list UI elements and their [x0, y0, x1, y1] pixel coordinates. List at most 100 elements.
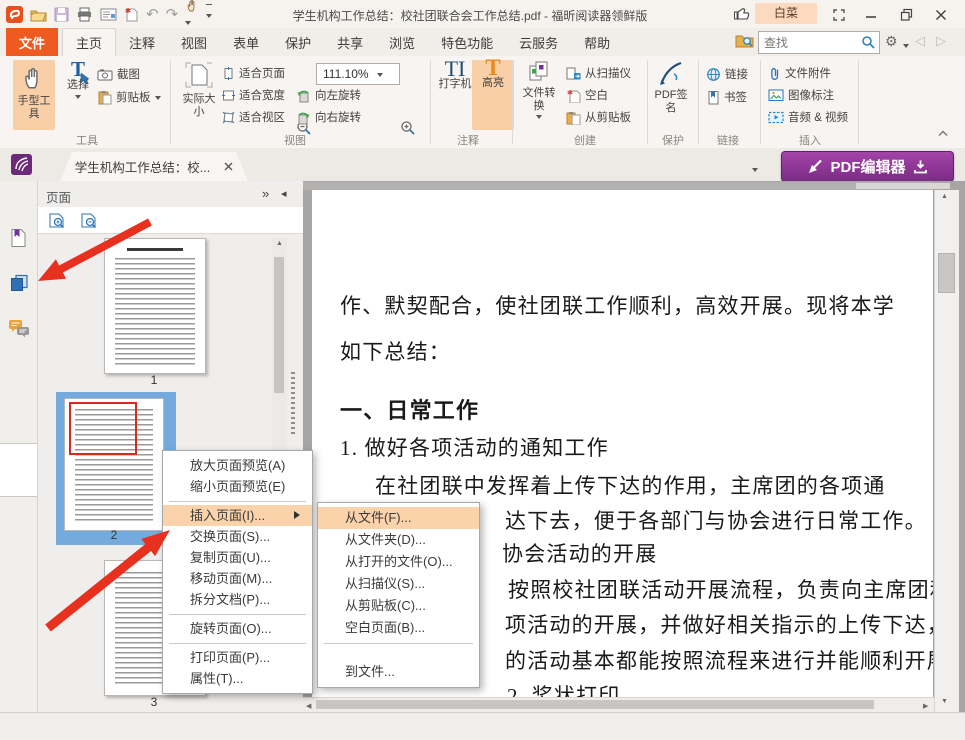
context-menu-item[interactable]: 移动页面(M)... — [163, 568, 312, 589]
submenu-item[interactable]: 从扫描仪(S)... — [318, 573, 479, 595]
menu-tab[interactable]: 注释 — [116, 28, 168, 56]
minimize-button[interactable] — [858, 6, 884, 23]
pdf-sign-button[interactable]: PDF签名 — [650, 60, 692, 130]
zoom-out-preview-icon[interactable] — [80, 212, 98, 229]
menu-tab[interactable]: 主页 — [62, 28, 116, 56]
context-menu-item[interactable]: 缩小页面预览(E) — [163, 476, 312, 497]
menu-tab[interactable]: 文件 — [6, 28, 58, 56]
email-icon[interactable] — [100, 7, 117, 21]
menu-tab[interactable]: 特色功能 — [428, 28, 506, 56]
scroll-down-icon[interactable]: ▼ — [941, 698, 948, 705]
find-next-icon[interactable]: ▷ — [936, 33, 946, 49]
vertical-scrollbar-thumb[interactable] — [938, 253, 955, 293]
user-account-badge[interactable]: 白菜 — [755, 3, 817, 24]
fit-visible-button[interactable]: 适合视区 — [222, 108, 285, 126]
pdf-editor-button[interactable]: PDF编辑器 — [781, 151, 954, 182]
submenu-item[interactable]: 空白页面(B)... — [318, 617, 479, 639]
find-previous-icon[interactable]: ◁ — [915, 33, 925, 49]
tab-close-icon[interactable] — [224, 162, 233, 171]
panel-expand-icon[interactable]: » — [262, 186, 269, 201]
menu-tab[interactable]: 浏览 — [376, 28, 428, 56]
menu-tab[interactable]: 共享 — [324, 28, 376, 56]
rotate-right-button[interactable]: 向右旋转 — [296, 108, 361, 126]
create-pdf-icon[interactable] — [124, 6, 139, 22]
pages-panel-icon[interactable] — [10, 274, 29, 292]
zoom-in-icon[interactable] — [400, 120, 416, 136]
bookmark-button[interactable]: 书签 — [706, 88, 747, 106]
select-tool-button[interactable]: T 选择 — [57, 60, 99, 130]
menu-tab[interactable]: 帮助 — [571, 28, 623, 56]
scroll-left-icon[interactable]: ◀ — [306, 702, 311, 710]
close-button[interactable] — [928, 6, 954, 23]
scroll-right-icon[interactable]: ▶ — [923, 702, 928, 710]
search-folder-icon[interactable] — [735, 32, 754, 48]
open-file-icon[interactable] — [30, 7, 47, 22]
document-top-scrollbar[interactable] — [303, 182, 933, 190]
menu-tab[interactable]: 保护 — [272, 28, 324, 56]
create-from-clipboard-button[interactable]: 从剪贴板 — [566, 108, 631, 126]
actual-size-button[interactable]: 实际大小 — [178, 60, 220, 130]
fit-page-button[interactable]: 适合页面 — [222, 64, 285, 82]
panel-splitter-handle[interactable] — [291, 372, 295, 434]
context-menu-item[interactable]: 打印页面(P)... — [163, 647, 312, 668]
panel-collapse-icon[interactable]: ◂ — [281, 187, 287, 200]
link-button[interactable]: 链接 — [706, 65, 748, 83]
submenu-item[interactable]: 从剪贴板(C)... — [318, 595, 479, 617]
bookmarks-panel-icon[interactable] — [9, 228, 28, 248]
page-thumbnail-2-selection[interactable]: 2 — [56, 392, 176, 545]
redo-icon[interactable]: ↷ — [166, 5, 179, 23]
context-menu-item[interactable]: 放大页面预览(A) — [163, 455, 312, 476]
submenu-item[interactable]: 到文件... — [318, 661, 479, 683]
document-tab[interactable]: 学生机构工作总结：校... — [60, 152, 248, 181]
create-from-scanner-button[interactable]: 从扫描仪 — [566, 64, 631, 82]
fullscreen-icon[interactable] — [826, 6, 852, 23]
submenu-item[interactable]: 从文件(F)... — [318, 507, 479, 529]
submenu-item[interactable]: 从打开的文件(O)... — [318, 551, 479, 573]
restore-button[interactable] — [893, 6, 919, 23]
context-menu-item[interactable]: 插入页面(I)... — [163, 505, 312, 526]
hand-mode-toggle-icon[interactable] — [185, 0, 199, 31]
zoom-level-combobox[interactable]: 111.10% — [316, 63, 400, 85]
collapse-ribbon-icon[interactable] — [938, 130, 948, 137]
file-attachment-button[interactable]: 文件附件 — [768, 64, 831, 82]
context-menu-item[interactable]: 复制页面(U)... — [163, 547, 312, 568]
editor-dropdown-icon[interactable] — [752, 168, 758, 175]
customize-toolbar-icon[interactable] — [206, 4, 212, 24]
search-input[interactable] — [759, 35, 861, 51]
search-settings-gear-icon[interactable]: ⚙ — [885, 33, 898, 50]
panel-scrollbar-thumb[interactable] — [274, 257, 284, 393]
print-icon[interactable] — [76, 7, 93, 22]
reader-panel-icon[interactable] — [11, 154, 32, 175]
clipboard-button[interactable]: 剪贴板 — [97, 88, 161, 106]
scroll-up-icon[interactable]: ▲ — [276, 240, 283, 247]
scroll-up-icon[interactable]: ▲ — [941, 193, 948, 200]
snapshot-button[interactable]: 截图 — [97, 65, 140, 83]
undo-icon[interactable]: ↶ — [146, 5, 159, 23]
context-menu-item[interactable]: 属性(T)... — [163, 668, 312, 689]
submenu-item[interactable]: 从文件夹(D)... — [318, 529, 479, 551]
audio-video-button[interactable]: 音频 & 视频 — [768, 108, 848, 126]
save-icon[interactable] — [54, 7, 69, 22]
document-top-scrollbar-thumb[interactable] — [856, 183, 950, 189]
menu-tab[interactable]: 表单 — [220, 28, 272, 56]
convert-button[interactable]: 文件转换 — [518, 60, 560, 130]
typewriter-button[interactable]: TI 打字机 — [434, 60, 476, 130]
menu-tab[interactable]: 视图 — [168, 28, 220, 56]
highlight-button[interactable]: T 高亮 — [472, 60, 514, 130]
search-settings-dropdown-icon[interactable] — [903, 44, 909, 51]
rotate-left-button[interactable]: 向左旋转 — [296, 86, 361, 104]
context-menu-item[interactable]: 旋转页面(O)... — [163, 618, 312, 639]
image-annotation-button[interactable]: 图像标注 — [768, 86, 834, 104]
context-menu-item[interactable]: 交换页面(S)... — [163, 526, 312, 547]
fit-width-button[interactable]: 适合宽度 — [222, 86, 285, 104]
zoom-in-preview-icon[interactable] — [48, 212, 66, 229]
comments-panel-icon[interactable] — [8, 319, 31, 339]
hand-tool-button[interactable]: 手型工具 — [13, 60, 55, 130]
horizontal-scrollbar-thumb[interactable] — [316, 700, 874, 709]
create-blank-button[interactable]: 空白 — [566, 86, 608, 104]
page-thumbnail-1[interactable] — [104, 238, 206, 374]
search-icon[interactable] — [861, 35, 876, 50]
menu-tab[interactable]: 云服务 — [506, 28, 571, 56]
context-menu-item[interactable]: 拆分文档(P)... — [163, 589, 312, 610]
like-icon[interactable] — [733, 5, 751, 22]
